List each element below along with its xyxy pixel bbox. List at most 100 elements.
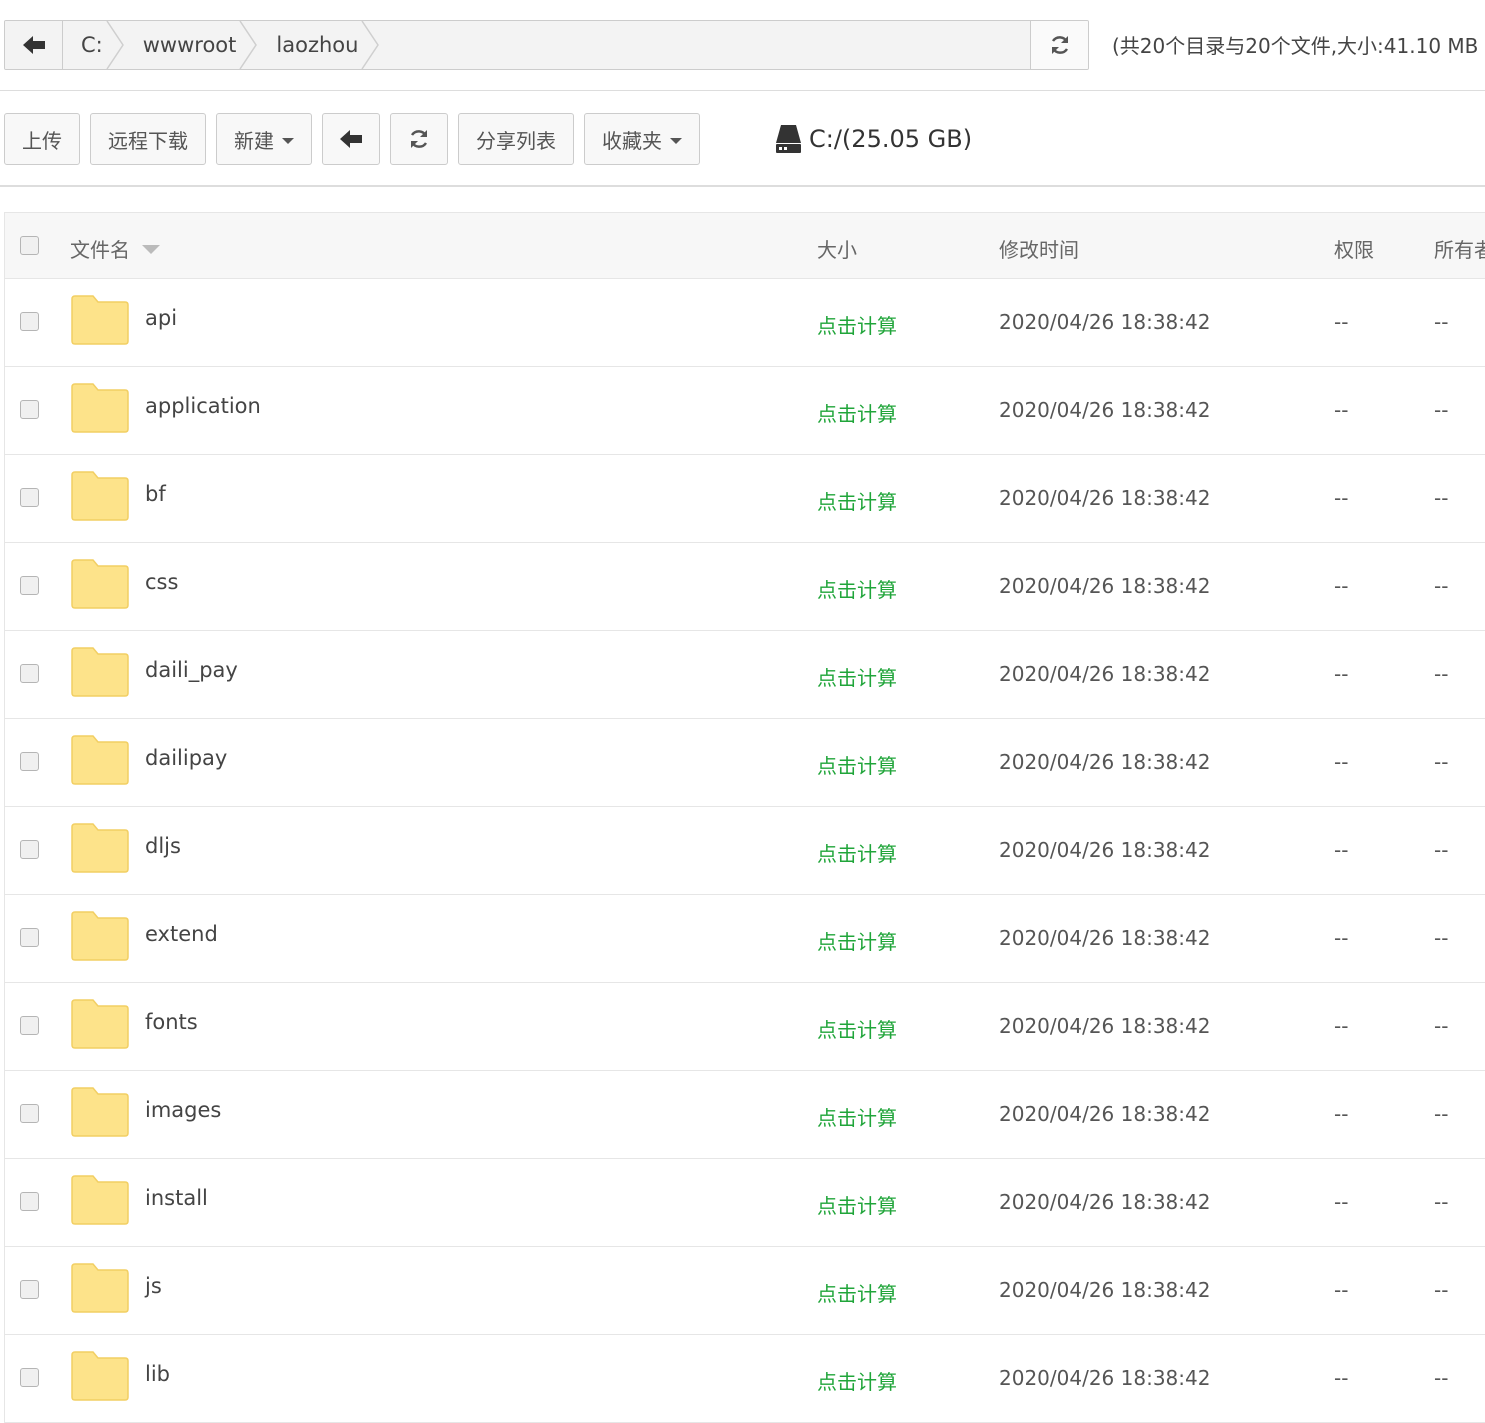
calc-size-link[interactable]: 点击计算: [817, 1014, 897, 1043]
breadcrumb-item-root[interactable]: C:: [63, 21, 125, 69]
file-name-link[interactable]: dailipay: [145, 746, 227, 770]
path-bar: C: wwwroot laozhou: [4, 20, 1089, 70]
calc-size-link[interactable]: 点击计算: [817, 662, 897, 691]
refresh-button[interactable]: [390, 113, 448, 165]
table-row[interactable]: images 点击计算 2020/04/26 18:38:42 -- --: [5, 1071, 1485, 1159]
calc-size-link[interactable]: 点击计算: [817, 1102, 897, 1131]
permission-value[interactable]: --: [1334, 398, 1348, 422]
file-name-link[interactable]: fonts: [145, 1010, 198, 1034]
breadcrumb-item-wwwroot[interactable]: wwwroot: [125, 21, 259, 69]
share-list-button[interactable]: 分享列表: [458, 113, 574, 165]
table-row[interactable]: js 点击计算 2020/04/26 18:38:42 -- --: [5, 1247, 1485, 1335]
owner-value: --: [1434, 750, 1449, 774]
header-size[interactable]: 大小: [817, 234, 857, 263]
chevron-right-icon: [361, 21, 380, 69]
modified-time: 2020/04/26 18:38:42: [999, 1278, 1211, 1302]
row-checkbox[interactable]: [20, 576, 39, 595]
file-name-link[interactable]: api: [145, 306, 177, 330]
calc-size-link[interactable]: 点击计算: [817, 310, 897, 339]
favorites-dropdown-button[interactable]: 收藏夹: [584, 113, 700, 165]
row-checkbox[interactable]: [20, 840, 39, 859]
breadcrumb-label: C:: [81, 33, 103, 57]
file-name-link[interactable]: lib: [145, 1362, 170, 1386]
table-row[interactable]: fonts 点击计算 2020/04/26 18:38:42 -- --: [5, 983, 1485, 1071]
row-checkbox[interactable]: [20, 664, 39, 683]
owner-value: --: [1434, 926, 1449, 950]
table-row[interactable]: install 点击计算 2020/04/26 18:38:42 -- --: [5, 1159, 1485, 1247]
file-name-link[interactable]: install: [145, 1186, 208, 1210]
table-row[interactable]: dljs 点击计算 2020/04/26 18:38:42 -- --: [5, 807, 1485, 895]
file-name-link[interactable]: daili_pay: [145, 658, 238, 682]
permission-value[interactable]: --: [1334, 574, 1348, 598]
permission-value[interactable]: --: [1334, 1190, 1348, 1214]
permission-value[interactable]: --: [1334, 1014, 1348, 1038]
remote-download-button[interactable]: 远程下载: [90, 113, 206, 165]
permission-value[interactable]: --: [1334, 486, 1348, 510]
calc-size-link[interactable]: 点击计算: [817, 1190, 897, 1219]
permission-value[interactable]: --: [1334, 838, 1348, 862]
path-refresh-button[interactable]: [1030, 21, 1088, 69]
calc-size-link[interactable]: 点击计算: [817, 838, 897, 867]
folder-icon: [71, 999, 129, 1049]
row-checkbox[interactable]: [20, 1368, 39, 1387]
favorites-button-label: 收藏夹: [602, 128, 662, 153]
row-checkbox[interactable]: [20, 488, 39, 507]
disk-indicator[interactable]: C:/(25.05 GB): [776, 123, 972, 155]
file-name-link[interactable]: css: [145, 570, 178, 594]
permission-value[interactable]: --: [1334, 750, 1348, 774]
calc-size-link[interactable]: 点击计算: [817, 574, 897, 603]
calc-size-link[interactable]: 点击计算: [817, 926, 897, 955]
row-checkbox[interactable]: [20, 752, 39, 771]
row-checkbox[interactable]: [20, 928, 39, 947]
directory-summary: (共20个目录与20个文件,大小:41.10 MB: [1112, 34, 1479, 58]
table-row[interactable]: css 点击计算 2020/04/26 18:38:42 -- --: [5, 543, 1485, 631]
breadcrumb-item-laozhou[interactable]: laozhou: [258, 21, 380, 69]
owner-value: --: [1434, 1190, 1449, 1214]
arrow-left-icon: [22, 36, 45, 54]
file-name-link[interactable]: extend: [145, 922, 218, 946]
back-button[interactable]: [322, 113, 380, 165]
row-checkbox[interactable]: [20, 312, 39, 331]
row-checkbox[interactable]: [20, 1016, 39, 1035]
permission-value[interactable]: --: [1334, 662, 1348, 686]
permission-value[interactable]: --: [1334, 1278, 1348, 1302]
permission-value[interactable]: --: [1334, 310, 1348, 334]
table-row[interactable]: daili_pay 点击计算 2020/04/26 18:38:42 -- --: [5, 631, 1485, 719]
table-row[interactable]: bf 点击计算 2020/04/26 18:38:42 -- --: [5, 455, 1485, 543]
calc-size-link[interactable]: 点击计算: [817, 1366, 897, 1395]
table-row[interactable]: lib 点击计算 2020/04/26 18:38:42 -- --: [5, 1335, 1485, 1423]
breadcrumb-label: wwwroot: [142, 33, 237, 57]
table-row[interactable]: extend 点击计算 2020/04/26 18:38:42 -- --: [5, 895, 1485, 983]
folder-icon: [71, 823, 129, 873]
header-permission: 权限: [1334, 238, 1374, 262]
modified-time: 2020/04/26 18:38:42: [999, 926, 1211, 950]
row-checkbox[interactable]: [20, 1280, 39, 1299]
folder-icon: [71, 735, 129, 785]
table-row[interactable]: application 点击计算 2020/04/26 18:38:42 -- --: [5, 367, 1485, 455]
upload-button[interactable]: 上传: [4, 113, 80, 165]
calc-size-link[interactable]: 点击计算: [817, 398, 897, 427]
permission-value[interactable]: --: [1334, 1102, 1348, 1126]
file-name-link[interactable]: js: [145, 1274, 162, 1298]
row-checkbox[interactable]: [20, 1192, 39, 1211]
permission-value[interactable]: --: [1334, 926, 1348, 950]
path-back-button[interactable]: [5, 21, 63, 69]
row-checkbox[interactable]: [20, 1104, 39, 1123]
file-name-link[interactable]: application: [145, 394, 261, 418]
new-dropdown-button[interactable]: 新建: [216, 113, 312, 165]
calc-size-link[interactable]: 点击计算: [817, 1278, 897, 1307]
calc-size-link[interactable]: 点击计算: [817, 486, 897, 515]
calc-size-link[interactable]: 点击计算: [817, 750, 897, 779]
file-name-link[interactable]: dljs: [145, 834, 181, 858]
table-row[interactable]: api 点击计算 2020/04/26 18:38:42 -- --: [5, 279, 1485, 367]
remote-download-button-label: 远程下载: [108, 128, 188, 153]
file-name-link[interactable]: images: [145, 1098, 221, 1122]
disk-label: C:/(25.05 GB): [809, 125, 973, 153]
header-name[interactable]: 文件名: [70, 234, 160, 263]
file-table: 文件名 大小 修改时间 权限 所有者 api 点击计算 2020/04/26 18:…: [4, 212, 1485, 1423]
row-checkbox[interactable]: [20, 400, 39, 419]
select-all-checkbox[interactable]: [20, 236, 39, 255]
file-name-link[interactable]: bf: [145, 482, 166, 506]
header-mtime[interactable]: 修改时间: [999, 234, 1079, 263]
table-row[interactable]: dailipay 点击计算 2020/04/26 18:38:42 -- --: [5, 719, 1485, 807]
